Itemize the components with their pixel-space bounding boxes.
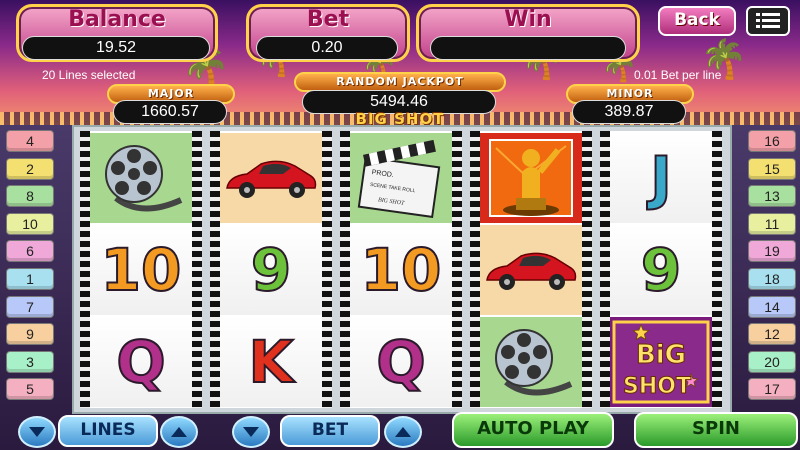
back-button[interactable]: Back — [658, 6, 736, 36]
film-strip-edge — [192, 131, 202, 408]
arrow-down-icon — [29, 427, 45, 437]
payline-tab[interactable]: 11 — [748, 212, 796, 235]
menu-icon — [756, 13, 780, 28]
major-jackpot-value: 1660.57 — [113, 100, 227, 124]
ten-symbol-text: 10 — [360, 235, 443, 305]
reel-column: PROD. SCENE TAKE ROLL BIG SHOT 10 Q — [340, 131, 462, 408]
bet-per-line-text: 0.01 Bet per line — [634, 68, 722, 82]
nine-symbol-text: 9 — [640, 235, 682, 305]
payline-tab[interactable]: 16 — [748, 130, 796, 152]
payline-tab[interactable]: 20 — [748, 350, 796, 373]
reel-column: 10 Q — [80, 131, 202, 408]
payline-tab[interactable]: 19 — [748, 240, 796, 263]
ten-symbol: 10 — [90, 225, 192, 315]
reel-column: J 9 BiG SHOT — [600, 131, 722, 408]
payline-tab[interactable]: 17 — [748, 378, 796, 401]
payline-tab[interactable]: 13 — [748, 185, 796, 208]
big-shot-line2-text: SHOT — [623, 374, 691, 399]
arrow-down-icon — [243, 427, 259, 437]
ten-symbol: 10 — [350, 225, 452, 315]
big-shot-line1-text: BiG — [636, 340, 686, 370]
payline-tab[interactable]: 5 — [6, 378, 54, 401]
spin-button[interactable]: SPIN — [634, 412, 798, 448]
payline-tab[interactable]: 1 — [6, 268, 54, 290]
king-symbol: K — [220, 317, 322, 407]
reel-column: 9K — [210, 131, 332, 408]
payline-tab[interactable]: 8 — [6, 185, 54, 208]
sports-car-icon — [486, 252, 577, 290]
bet-meter-label: Bet — [306, 7, 350, 32]
lines-increase-button[interactable] — [160, 416, 198, 448]
clapperboard-icon: PROD.SCENE TAKE ROLLBIG SHOT — [357, 139, 441, 218]
reel-area: 10 Q 9 K PROD. SCENE TAKE ROLL BIG SHOT 10 Q J 9 Bi… — [72, 125, 732, 414]
film-reel-icon — [105, 145, 183, 212]
film-strip-edge — [322, 131, 332, 408]
big-shot-symbol: BiG SHOT — [610, 317, 712, 407]
bet-button[interactable]: BET — [280, 415, 380, 447]
reel-column — [470, 131, 592, 408]
payline-tab[interactable]: 7 — [6, 295, 54, 318]
film-strip-edge — [470, 131, 480, 408]
win-label: Win — [504, 7, 552, 32]
queen-symbol-text: Q — [115, 327, 166, 397]
queen-symbol-text: Q — [375, 327, 426, 397]
film-strip-edge — [600, 131, 610, 408]
queen-symbol: Q — [90, 317, 192, 407]
nine-symbol-text: 9 — [250, 235, 292, 305]
film-strip-edge — [80, 131, 90, 408]
payline-tab[interactable]: 9 — [6, 323, 54, 346]
random-jackpot-label: RANDOM JACKPOT — [294, 72, 506, 92]
film-strip-edge — [210, 131, 220, 408]
bet-increase-button[interactable] — [384, 416, 422, 448]
nine-symbol: 9 — [610, 225, 712, 315]
win-value — [430, 36, 626, 60]
sports-car-symbol — [480, 225, 582, 315]
lines-decrease-button[interactable] — [18, 416, 56, 448]
payline-tab[interactable]: 15 — [748, 157, 796, 180]
balance-label: Balance — [68, 7, 166, 32]
clapperboard-symbol: PROD. SCENE TAKE ROLL BIG SHOT — [350, 133, 452, 223]
menu-button[interactable] — [746, 6, 790, 36]
bet-value: 0.20 — [256, 36, 398, 60]
nine-symbol: 9 — [220, 225, 322, 315]
lines-button[interactable]: LINES — [58, 415, 158, 447]
film-reel-symbol — [480, 317, 582, 407]
payline-tab[interactable]: 6 — [6, 240, 54, 263]
film-strip-edge — [582, 131, 592, 408]
king-symbol-text: K — [248, 327, 295, 397]
minor-jackpot-value: 389.87 — [572, 100, 686, 124]
film-reel-symbol — [90, 133, 192, 223]
oscar-statue-symbol — [480, 133, 582, 223]
balance-value: 19.52 — [22, 36, 210, 60]
payline-tab[interactable]: 10 — [6, 212, 54, 235]
payline-tab[interactable]: 4 — [6, 130, 54, 152]
jack-symbol: J — [610, 133, 712, 223]
golden-statue-icon — [489, 139, 573, 217]
payline-tab[interactable]: 3 — [6, 350, 54, 373]
film-strip-edge — [340, 131, 350, 408]
sports-car-symbol — [220, 133, 322, 223]
jack-symbol-text: J — [649, 143, 673, 213]
auto-play-button[interactable]: AUTO PLAY — [452, 412, 614, 448]
payline-tab[interactable]: 14 — [748, 295, 796, 318]
arrow-up-icon — [171, 427, 187, 437]
film-strip-edge — [712, 131, 722, 408]
queen-symbol: Q — [350, 317, 452, 407]
big-shot-logo-icon: BiG SHOT — [612, 320, 710, 404]
ten-symbol-text: 10 — [100, 235, 183, 305]
lines-selected-text: 20 Lines selected — [42, 68, 136, 82]
payline-tab[interactable]: 2 — [6, 157, 54, 180]
sports-car-icon — [226, 160, 317, 198]
payline-tab[interactable]: 18 — [748, 268, 796, 290]
arrow-up-icon — [395, 427, 411, 437]
film-strip-edge — [452, 131, 462, 408]
bet-decrease-button[interactable] — [232, 416, 270, 448]
payline-tab[interactable]: 12 — [748, 323, 796, 346]
film-reel-icon — [495, 329, 573, 396]
